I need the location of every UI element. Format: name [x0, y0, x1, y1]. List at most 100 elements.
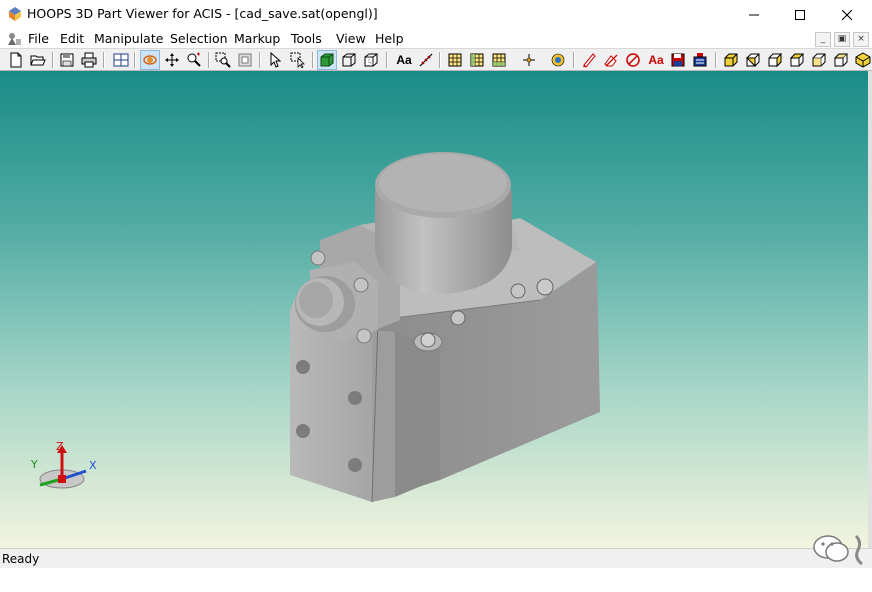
- view-back-button[interactable]: [766, 51, 784, 69]
- section-x-button[interactable]: [446, 51, 464, 69]
- markup-text-icon: Aa: [648, 53, 664, 67]
- mdi-minimize-button[interactable]: _: [815, 32, 831, 47]
- minimize-icon: [749, 14, 759, 16]
- render-options-icon: [551, 53, 565, 67]
- save-button[interactable]: [58, 51, 76, 69]
- mdi-close-icon: ×: [857, 34, 865, 44]
- new-button[interactable]: [7, 51, 25, 69]
- view-left-button[interactable]: [788, 51, 806, 69]
- zoom-window-icon: [215, 52, 231, 68]
- wireframe-mode-icon: [342, 53, 356, 67]
- hoops-logo-icon: [9, 7, 21, 21]
- print-icon: [81, 52, 97, 68]
- view-front-button[interactable]: [744, 51, 762, 69]
- hidden-line-mode-button[interactable]: [362, 51, 380, 69]
- zoom-button[interactable]: [185, 51, 203, 69]
- shaded-mode-icon: [320, 53, 334, 67]
- text-annotation-icon: Aa: [396, 53, 412, 67]
- view-bottom-button[interactable]: [854, 51, 872, 69]
- text-annotation-button[interactable]: Aa: [393, 51, 415, 69]
- maximize-icon: [795, 10, 805, 20]
- select-window-icon: [290, 52, 305, 68]
- markup-delete-button[interactable]: [624, 51, 642, 69]
- close-button[interactable]: [824, 0, 870, 30]
- view-right-button[interactable]: [810, 51, 828, 69]
- print-button[interactable]: [80, 51, 98, 69]
- markup-pencil-button[interactable]: [580, 51, 598, 69]
- menu-edit[interactable]: Edit: [60, 31, 84, 46]
- mdi-restore-icon: ▣: [837, 34, 847, 44]
- new-file-icon: [10, 52, 22, 68]
- zoom-icon: [187, 52, 201, 67]
- toolbar: Aa Aa: [0, 48, 872, 71]
- markup-delete-icon: [626, 53, 640, 67]
- viewport-edge: [868, 71, 872, 548]
- zoom-window-button[interactable]: [214, 51, 232, 69]
- menu-manipulate[interactable]: Manipulate: [94, 31, 163, 46]
- valve-model: [290, 152, 600, 503]
- view-right-icon: [812, 53, 826, 67]
- markup-pencil-icon: [583, 53, 596, 68]
- point-snap-button[interactable]: [520, 51, 538, 69]
- mdi-restore-button[interactable]: ▣: [834, 32, 850, 47]
- menu-file[interactable]: File: [28, 31, 49, 46]
- menu-selection[interactable]: Selection: [170, 31, 228, 46]
- title-bar: HOOPS 3D Part Viewer for ACIS - [cad_sav…: [0, 0, 872, 30]
- view-iso-button[interactable]: [722, 51, 740, 69]
- measure-button[interactable]: [417, 51, 435, 69]
- wireframe-mode-button[interactable]: [340, 51, 358, 69]
- status-bar: Ready: [0, 548, 872, 568]
- view-top-icon: [833, 53, 849, 67]
- orbit-icon: [143, 55, 157, 65]
- measure-icon: [419, 53, 433, 67]
- zoom-extents-icon: [238, 53, 252, 67]
- document-icon: [8, 33, 21, 45]
- save-icon: [60, 53, 74, 67]
- pan-icon: [165, 53, 179, 67]
- select-window-button[interactable]: [289, 51, 307, 69]
- render-options-button[interactable]: [549, 51, 567, 69]
- view-front-icon: [745, 53, 760, 68]
- section-y-button[interactable]: [468, 51, 486, 69]
- markup-save-button[interactable]: [669, 51, 687, 69]
- wechat-logo-icon: [813, 534, 863, 566]
- open-button[interactable]: [29, 51, 47, 69]
- section-plane-x-icon: [448, 53, 462, 67]
- menu-view[interactable]: View: [336, 31, 366, 46]
- status-text: Ready: [2, 552, 40, 566]
- section-plane-y-icon: [470, 53, 484, 67]
- grid-view-button[interactable]: [112, 51, 130, 69]
- section-z-button[interactable]: [490, 51, 508, 69]
- view-iso-icon: [724, 53, 738, 67]
- pan-button[interactable]: [163, 51, 181, 69]
- markup-layers-icon: [693, 53, 707, 67]
- view-top-button[interactable]: [832, 51, 850, 69]
- hidden-line-mode-icon: [364, 53, 378, 67]
- grid-view-icon: [113, 53, 129, 67]
- markup-erase-button[interactable]: [602, 51, 620, 69]
- open-folder-icon: [30, 55, 46, 66]
- view-left-icon: [789, 53, 805, 67]
- markup-erase-icon: [604, 54, 618, 67]
- mdi-minimize-icon: _: [820, 34, 826, 44]
- menu-markup[interactable]: Markup: [234, 31, 280, 46]
- minimize-button[interactable]: [731, 0, 777, 30]
- axis-x-label: X: [89, 459, 97, 472]
- axis-y-label: Y: [31, 458, 38, 471]
- maximize-button[interactable]: [777, 0, 823, 30]
- menu-help[interactable]: Help: [375, 31, 404, 46]
- select-button[interactable]: [267, 51, 285, 69]
- mdi-close-button[interactable]: ×: [853, 32, 869, 47]
- zoom-extents-button[interactable]: [236, 51, 254, 69]
- markup-text-button[interactable]: Aa: [645, 51, 667, 69]
- menu-bar: File Edit Manipulate Selection Markup To…: [0, 30, 872, 48]
- shaded-mode-button[interactable]: [317, 50, 337, 70]
- markup-layers-button[interactable]: [691, 51, 709, 69]
- select-arrow-icon: [270, 52, 282, 68]
- 3d-viewport[interactable]: Z Y X: [0, 71, 868, 548]
- markup-save-icon: [671, 53, 685, 67]
- window-title: HOOPS 3D Part Viewer for ACIS - [cad_sav…: [27, 6, 378, 21]
- orbit-button[interactable]: [140, 50, 160, 70]
- menu-tools[interactable]: Tools: [291, 31, 322, 46]
- view-bottom-icon: [855, 52, 871, 68]
